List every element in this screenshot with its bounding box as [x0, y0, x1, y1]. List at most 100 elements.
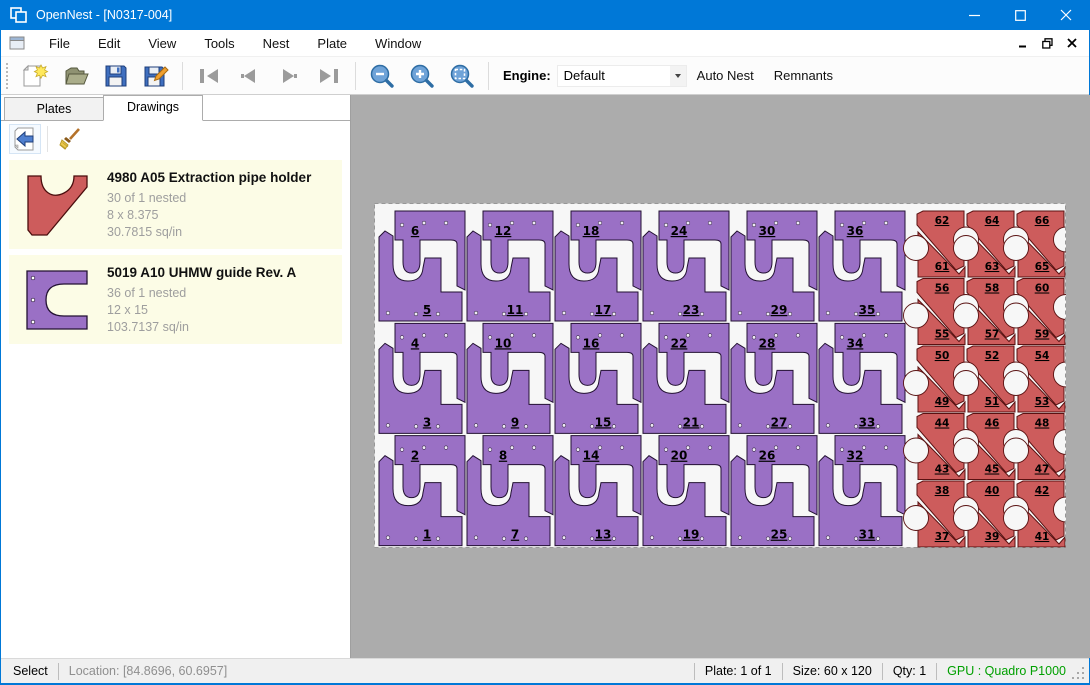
- part-number: 57: [985, 329, 1000, 341]
- save-as-button[interactable]: [136, 60, 176, 92]
- part-number: 36: [847, 224, 864, 238]
- part-number: 38: [935, 485, 950, 497]
- remnants-button[interactable]: Remnants: [764, 62, 843, 89]
- drill-hole: [436, 312, 440, 316]
- part-number: 42: [1035, 485, 1050, 497]
- child-minimize-icon[interactable]: [1018, 38, 1028, 48]
- menu-plate[interactable]: Plate: [303, 32, 361, 55]
- last-arrow-icon: [317, 66, 341, 86]
- menu-view[interactable]: View: [134, 32, 190, 55]
- drill-hole: [796, 334, 800, 338]
- import-drawing-button[interactable]: [9, 124, 41, 154]
- window-close-button[interactable]: [1043, 0, 1089, 30]
- menu-items: FileEditViewToolsNestPlateWindow: [35, 32, 435, 55]
- drill-hole: [664, 336, 668, 340]
- drill-hole: [854, 425, 858, 429]
- window-maximize-button[interactable]: [997, 0, 1043, 30]
- part-number: 32: [847, 449, 864, 463]
- new-button[interactable]: [16, 60, 56, 92]
- app-window: OpenNest - [N0317-004] FileEditViewTools…: [0, 0, 1090, 685]
- menu-window[interactable]: Window: [361, 32, 435, 55]
- resize-grip[interactable]: [1072, 667, 1086, 681]
- zoom-out-button[interactable]: [362, 60, 402, 92]
- drawing-area: 103.7137 sq/in: [107, 319, 336, 336]
- toolbar-separator: [355, 62, 356, 90]
- document-system-menu-icon[interactable]: [9, 36, 25, 50]
- drill-hole: [436, 425, 440, 429]
- clear-drawings-button[interactable]: [54, 124, 86, 154]
- menu-nest[interactable]: Nest: [249, 32, 304, 55]
- title-bar: OpenNest - [N0317-004]: [1, 0, 1089, 30]
- child-close-icon[interactable]: [1067, 38, 1077, 48]
- drawing-list-item[interactable]: 4980 A05 Extraction pipe holder 30 of 1 …: [9, 160, 342, 249]
- last-plate-button[interactable]: [309, 60, 349, 92]
- part-number: 35: [859, 303, 876, 317]
- drill-hole: [414, 425, 418, 429]
- menu-tools[interactable]: Tools: [190, 32, 248, 55]
- drill-hole: [414, 312, 418, 316]
- toolbar-grip[interactable]: [6, 63, 10, 89]
- drill-hole: [612, 312, 616, 316]
- first-plate-button[interactable]: [189, 60, 229, 92]
- part-number: 56: [935, 283, 950, 295]
- drill-hole: [620, 446, 624, 450]
- previous-plate-button[interactable]: [229, 60, 269, 92]
- previous-arrow-icon: [237, 66, 261, 86]
- drill-hole: [788, 425, 792, 429]
- menu-file[interactable]: File: [35, 32, 84, 55]
- drill-hole: [766, 425, 770, 429]
- circular-cutout: [904, 236, 929, 261]
- window-minimize-button[interactable]: [951, 0, 997, 30]
- part-number: 14: [583, 449, 600, 463]
- drill-hole: [400, 448, 404, 452]
- engine-selected-value: Default: [558, 68, 670, 83]
- zoom-fit-button[interactable]: [442, 60, 482, 92]
- part-thumbnail-red: [24, 172, 90, 238]
- save-button[interactable]: [96, 60, 136, 92]
- combo-caret-icon[interactable]: [670, 66, 686, 86]
- part-number: 2: [411, 449, 419, 463]
- plate-view[interactable]: 6512111817242330293635431091615222128273…: [374, 203, 1066, 548]
- zoom-in-button[interactable]: [402, 60, 442, 92]
- status-location: Location: [84.8696, 60.6957]: [69, 664, 227, 678]
- part-number: 20: [671, 449, 688, 463]
- part-number: 23: [683, 303, 700, 317]
- drill-hole: [752, 223, 756, 227]
- part-number: 27: [771, 415, 788, 429]
- drill-hole: [590, 537, 594, 541]
- drill-hole: [590, 425, 594, 429]
- part-number: 3: [423, 415, 431, 429]
- drawing-size: 8 x 8.375: [107, 207, 336, 224]
- content-area: PlatesDrawings: [1, 95, 1089, 658]
- drawing-list-item[interactable]: 5019 A10 UHMW guide Rev. A 36 of 1 neste…: [9, 255, 342, 344]
- menu-edit[interactable]: Edit: [84, 32, 134, 55]
- open-button[interactable]: [56, 60, 96, 92]
- drill-hole: [826, 311, 830, 315]
- next-plate-button[interactable]: [269, 60, 309, 92]
- auto-nest-button[interactable]: Auto Nest: [687, 62, 764, 89]
- part-number: 15: [595, 415, 612, 429]
- part-number: 55: [935, 329, 950, 341]
- drawings-toolbar: [1, 121, 350, 157]
- part-number: 44: [935, 418, 950, 430]
- tab-plates[interactable]: Plates: [4, 97, 104, 121]
- drill-hole: [386, 311, 390, 315]
- drawing-size: 12 x 15: [107, 302, 336, 319]
- part-number: 63: [985, 261, 1000, 273]
- engine-combobox[interactable]: Default: [557, 65, 687, 87]
- part-number: 4: [411, 336, 419, 350]
- first-arrow-icon: [197, 66, 221, 86]
- part-number: 13: [595, 528, 612, 542]
- drill-hole: [444, 221, 448, 225]
- part-number: 26: [759, 449, 776, 463]
- drill-hole: [650, 424, 654, 428]
- tab-drawings[interactable]: Drawings: [103, 95, 203, 121]
- part-number: 43: [935, 464, 950, 476]
- part-number: 62: [935, 215, 950, 227]
- circular-cutout: [904, 506, 929, 531]
- part-number: 22: [671, 336, 688, 350]
- nest-canvas[interactable]: 6512111817242330293635431091615222128273…: [351, 95, 1090, 658]
- drill-hole: [650, 311, 654, 315]
- child-restore-icon[interactable]: [1042, 38, 1053, 49]
- circular-cutout: [1004, 236, 1029, 261]
